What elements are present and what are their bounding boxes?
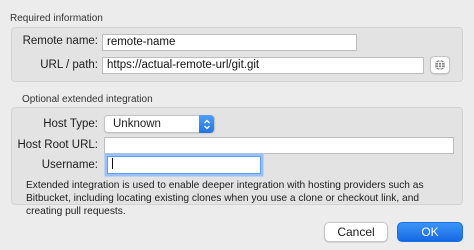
cancel-button[interactable]: Cancel xyxy=(324,222,388,242)
url-path-input[interactable]: https://actual-remote-url/git.git xyxy=(102,57,424,74)
integration-note: Extended integration is used to enable d… xyxy=(26,180,424,217)
host-root-url-input[interactable] xyxy=(104,137,454,154)
required-section-title: Required information xyxy=(10,13,103,24)
host-type-value: Unknown xyxy=(113,118,161,130)
select-arrows-icon xyxy=(199,115,214,133)
remote-name-label: Remote name: xyxy=(22,35,98,47)
username-input[interactable] xyxy=(107,156,261,174)
ok-button[interactable]: OK xyxy=(397,222,463,242)
host-root-url-label: Host Root URL: xyxy=(17,139,98,151)
text-caret xyxy=(112,158,113,169)
remote-name-input[interactable]: remote-name xyxy=(102,34,357,51)
url-path-label: URL / path: xyxy=(40,59,98,71)
optional-section-title: Optional extended integration xyxy=(22,94,153,105)
browse-url-button[interactable] xyxy=(430,56,450,74)
host-type-label: Host Type: xyxy=(43,118,98,130)
host-type-select[interactable]: Unknown xyxy=(104,115,215,133)
globe-icon xyxy=(435,59,445,71)
username-label: Username: xyxy=(41,159,98,171)
